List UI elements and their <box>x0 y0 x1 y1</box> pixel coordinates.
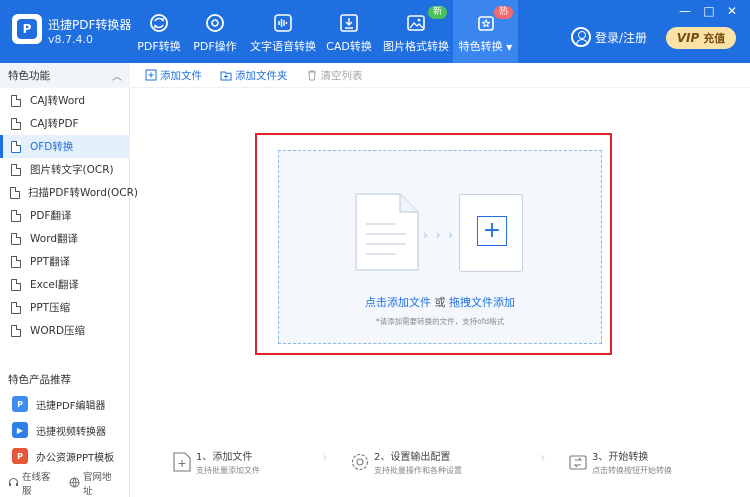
pdf-editor-icon: P <box>12 396 28 412</box>
document-icon <box>10 301 22 314</box>
add-folder-icon <box>220 69 232 81</box>
document-icon <box>10 278 22 291</box>
new-badge: 新 <box>428 6 448 19</box>
title-bar: P 迅捷PDF转换器 v8.7.4.0 PDF转换 PDF操作 文字语音转换 C… <box>0 0 750 63</box>
document-icon <box>10 117 22 130</box>
ppt-template-icon: P <box>12 448 28 464</box>
refresh-icon <box>148 12 170 34</box>
convert-icon <box>568 452 588 472</box>
file-drop-zone[interactable] <box>278 150 602 344</box>
nav-pdf-convert[interactable]: PDF转换 <box>137 0 181 63</box>
sidebar-item-excel-translate[interactable]: Excel翻译 <box>0 273 130 296</box>
sidebar-item-ofd[interactable]: OFD转换 <box>0 135 130 158</box>
drag-add-file-link[interactable]: 拖拽文件添加 <box>449 296 515 309</box>
sidebar-item-word-translate[interactable]: Word翻译 <box>0 227 130 250</box>
vip-recharge-button[interactable]: VIP 充值 <box>666 27 736 49</box>
products-title: 特色产品推荐 <box>8 374 71 386</box>
login-register-button[interactable]: 登录/注册 <box>571 27 647 47</box>
step-separator: › <box>540 450 546 466</box>
sidebar-item-ppt-compress[interactable]: PPT压缩 <box>0 296 130 319</box>
online-support-link[interactable]: 在线客服 <box>8 469 59 497</box>
clear-list-button[interactable]: 清空列表 <box>306 68 363 83</box>
sidebar-item-word-compress[interactable]: WORD压缩 <box>0 319 130 342</box>
star-refresh-icon <box>475 12 497 34</box>
product-pdf-editor[interactable]: P 迅捷PDF编辑器 <box>6 392 126 416</box>
document-icon <box>10 163 22 176</box>
sidebar: 特色功能 ︿ CAJ转Word CAJ转PDF OFD转换 图片转文字(OCR)… <box>0 63 138 497</box>
add-file-box[interactable]: + <box>459 194 523 272</box>
document-icon <box>10 232 22 245</box>
sidebar-item-caj-word[interactable]: CAJ转Word <box>0 89 130 112</box>
document-icon <box>10 255 22 268</box>
drop-instructions: 点击添加文件 或 拖拽文件添加 <box>365 296 515 309</box>
step-start-convert: 3、开始转换 点击转换按钮开始转换 <box>568 448 672 476</box>
add-file-icon <box>145 69 157 81</box>
product-video-converter[interactable]: ▶ 迅捷视频转换器 <box>6 418 126 442</box>
add-file-button[interactable]: 添加文件 <box>145 68 202 83</box>
chevron-down-icon: ▼ <box>506 43 513 52</box>
toolbar: 添加文件 添加文件夹 清空列表 <box>131 63 750 88</box>
maximize-button[interactable]: □ <box>700 4 718 18</box>
gear-icon <box>204 12 226 34</box>
minimize-button[interactable]: — <box>676 4 694 18</box>
add-folder-button[interactable]: 添加文件夹 <box>220 68 288 83</box>
sidebar-footer: 在线客服 官网地址 <box>0 468 130 497</box>
headset-icon <box>8 477 19 488</box>
nav-pdf-operations[interactable]: PDF操作 <box>193 0 237 63</box>
sidebar-item-image-ocr[interactable]: 图片转文字(OCR) <box>0 158 130 181</box>
app-logo: P <box>12 14 42 44</box>
document-icon <box>10 140 22 153</box>
audio-wave-icon <box>272 12 294 34</box>
document-icon <box>10 94 22 107</box>
step-separator: › <box>322 450 328 466</box>
click-add-file-link[interactable]: 点击添加文件 <box>365 296 431 309</box>
globe-icon <box>69 477 80 488</box>
user-icon <box>571 27 591 47</box>
sidebar-item-pdf-translate[interactable]: PDF翻译 <box>0 204 130 227</box>
product-ppt-templates[interactable]: P 办公资源PPT模板 <box>6 444 126 468</box>
file-illustration-icon <box>355 193 419 271</box>
step-output-settings: 2、设置输出配置 支持批量操作和各种设置 <box>350 448 462 476</box>
sidebar-item-scan-pdf-ocr[interactable]: 扫描PDF转Word(OCR) <box>0 181 138 204</box>
close-button[interactable]: ✕ <box>723 4 741 18</box>
sidebar-item-ppt-translate[interactable]: PPT翻译 <box>0 250 130 273</box>
app-version: v8.7.4.0 <box>48 33 93 46</box>
plus-icon: + <box>477 216 507 246</box>
video-converter-icon: ▶ <box>12 422 28 438</box>
image-icon <box>405 12 427 34</box>
arrows-icon: › › › <box>423 228 456 242</box>
drop-hint: *请添加需要转换的文件，支持ofd格式 <box>375 317 505 326</box>
official-website-link[interactable]: 官网地址 <box>69 469 120 497</box>
document-icon <box>10 186 20 199</box>
cad-icon <box>338 12 360 34</box>
settings-icon <box>350 452 370 472</box>
sidebar-section-header[interactable]: 特色功能 ︿ <box>0 63 130 88</box>
chevron-up-icon: ︿ <box>112 72 122 83</box>
app-name: 迅捷PDF转换器 <box>48 18 132 32</box>
nav-cad-convert[interactable]: CAD转换 <box>326 0 372 63</box>
add-file-icon <box>172 452 192 472</box>
hot-badge: 热 <box>494 6 514 19</box>
sidebar-item-caj-pdf[interactable]: CAJ转PDF <box>0 112 130 135</box>
step-add-file: 1、添加文件 支持批量添加文件 <box>172 448 260 476</box>
document-icon <box>10 209 22 222</box>
nav-text-speech[interactable]: 文字语音转换 <box>250 0 316 63</box>
trash-icon <box>306 69 318 81</box>
document-icon <box>10 324 22 337</box>
